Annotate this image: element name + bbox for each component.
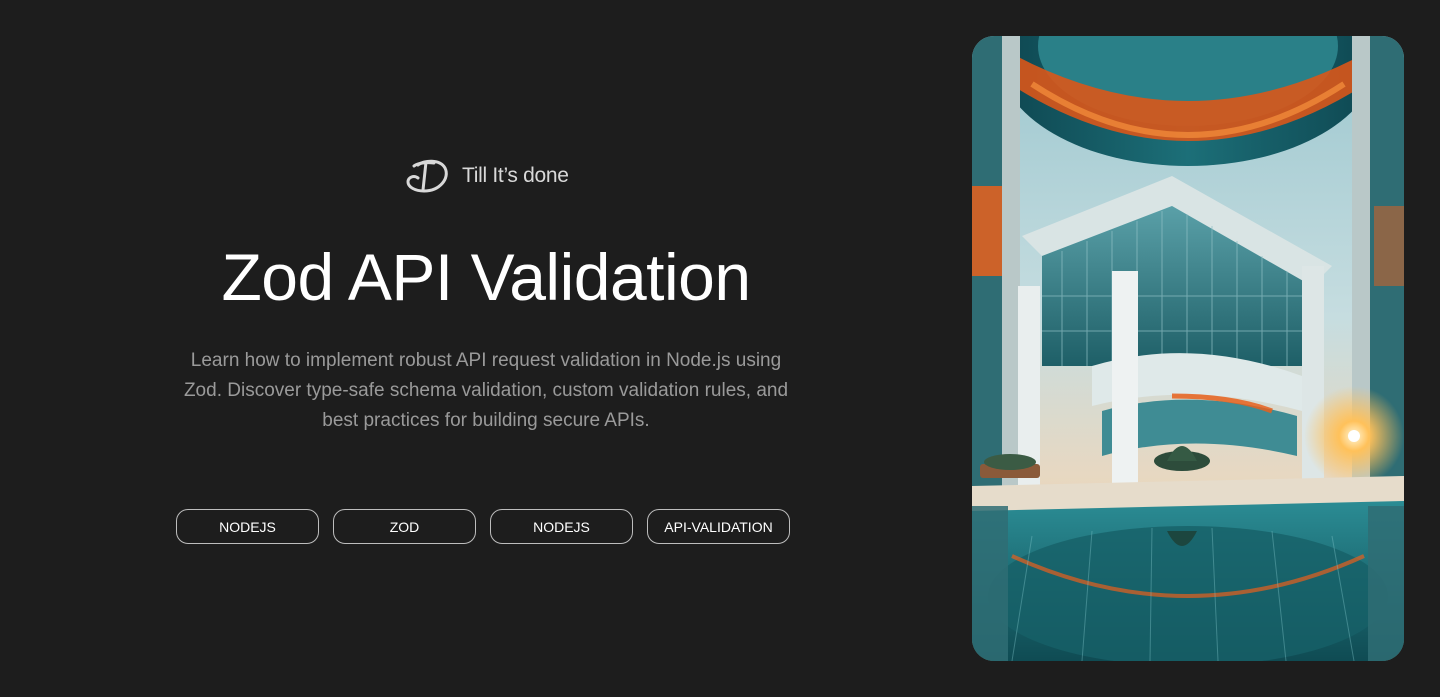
tag-list: NODEJS ZOD NODEJS API-VALIDATION <box>176 509 790 544</box>
hero-text-panel: Till It’s done Zod API Validation Learn … <box>0 0 972 697</box>
tag-nodejs-2[interactable]: NODEJS <box>490 509 633 544</box>
tag-nodejs[interactable]: NODEJS <box>176 509 319 544</box>
td-monogram-icon <box>406 159 448 193</box>
architecture-illustration <box>972 36 1404 661</box>
brand[interactable]: Till It’s done <box>404 156 569 196</box>
page-title: Zod API Validation <box>221 240 751 314</box>
article-description: Learn how to implement robust API reques… <box>183 350 789 431</box>
article-hero: Till It’s done Zod API Validation Learn … <box>0 0 1440 697</box>
tag-zod[interactable]: ZOD <box>333 509 476 544</box>
tag-api-validation[interactable]: API-VALIDATION <box>647 509 790 544</box>
hero-image <box>972 36 1404 661</box>
brand-name: Till It’s done <box>462 164 569 187</box>
